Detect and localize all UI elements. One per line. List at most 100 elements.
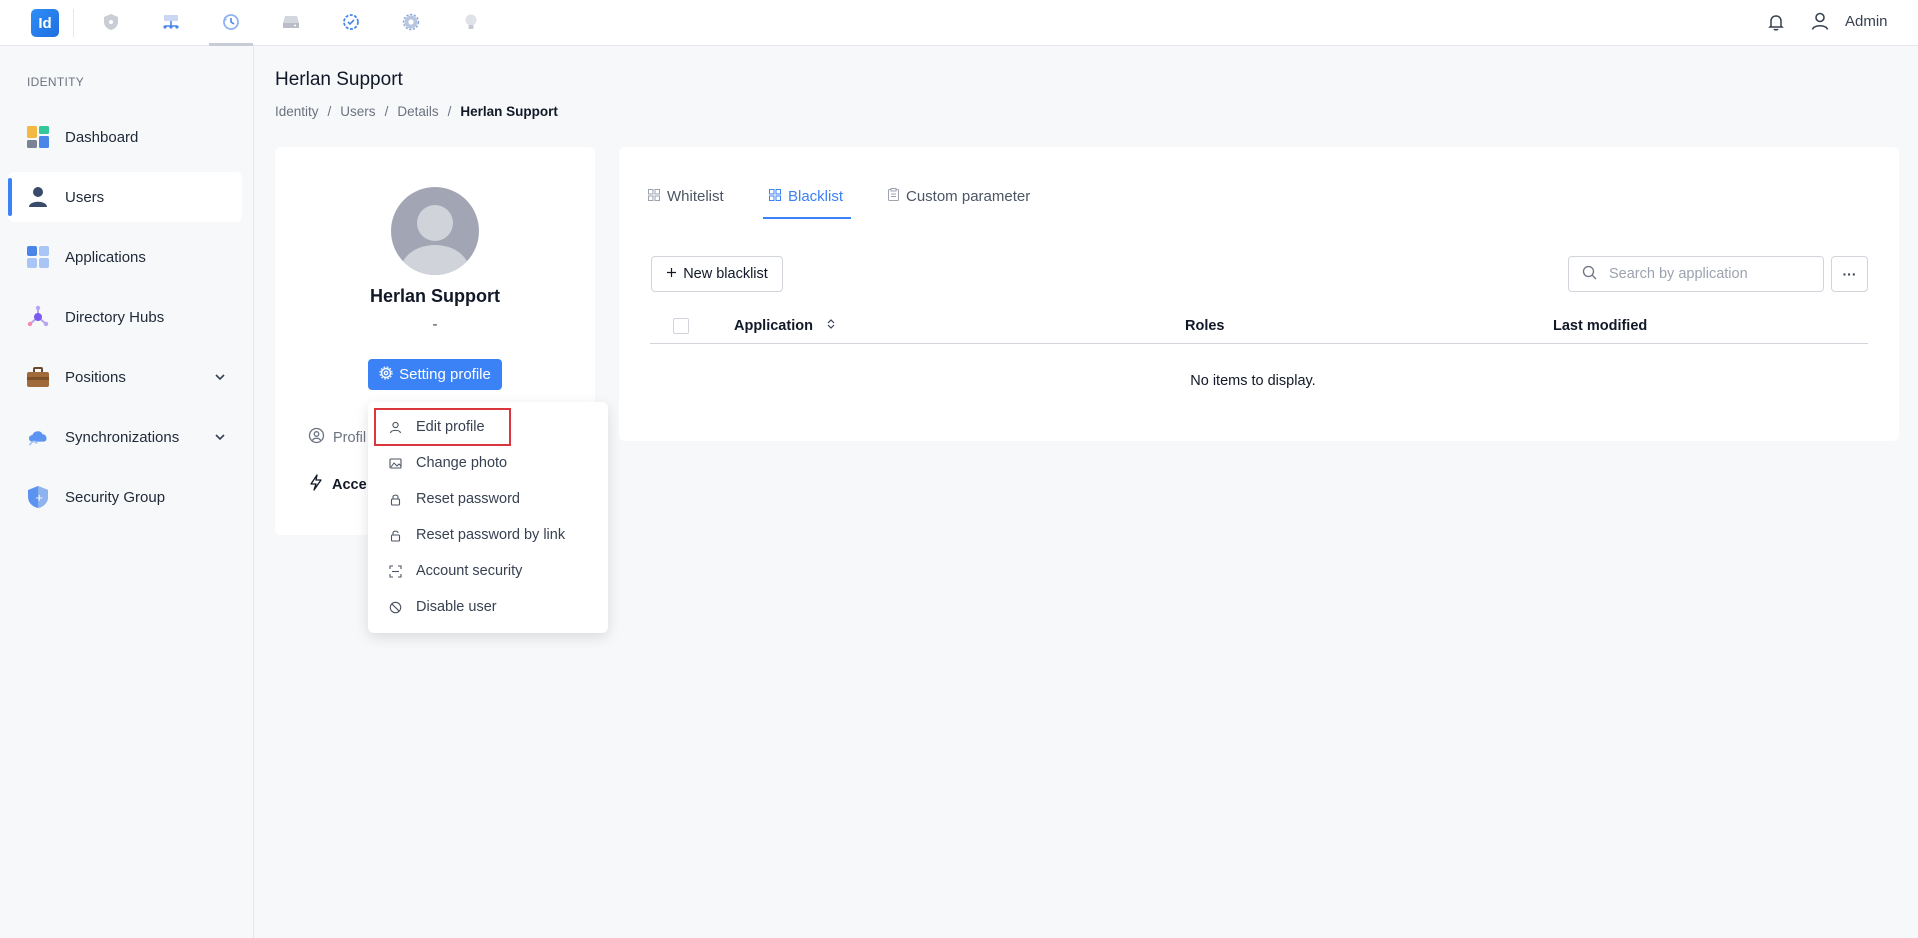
gear-icon <box>379 365 393 384</box>
active-tab-underline <box>763 217 851 219</box>
tab-custom-parameter[interactable]: Custom parameter <box>888 171 1030 221</box>
column-label: Application <box>734 318 813 334</box>
setting-profile-label: Setting profile <box>399 366 491 383</box>
clipboard-icon <box>888 187 899 205</box>
shield-icon: + <box>26 485 50 509</box>
sidebar-item-label: Users <box>65 188 105 206</box>
lock-icon <box>388 492 402 506</box>
menu-item-label: Reset password by link <box>416 527 566 543</box>
breadcrumb-link[interactable]: Identity <box>275 104 319 119</box>
page-title: Herlan Support <box>275 69 403 90</box>
blacklist-panel: Whitelist Blacklist Custom parameter New… <box>619 147 1899 441</box>
sidebar-item-dashboard[interactable]: Dashboard <box>8 112 242 162</box>
menu-item-edit-profile[interactable]: Edit profile <box>374 408 511 446</box>
tab-label: Custom parameter <box>906 187 1031 205</box>
user-icon <box>388 420 402 434</box>
sidebar-item-label: Applications <box>65 248 146 266</box>
plus-icon <box>666 266 677 282</box>
table-header: Application Roles Last modified <box>650 309 1868 344</box>
avatar <box>391 187 479 275</box>
bulb-app-icon[interactable] <box>457 8 485 36</box>
sidebar-item-label: Dashboard <box>65 128 139 146</box>
svg-text:+: + <box>35 493 43 504</box>
user-icon[interactable] <box>1809 10 1831 32</box>
bell-icon[interactable] <box>1765 11 1787 33</box>
shield-app-icon[interactable] <box>97 8 125 36</box>
profile-subtitle: - <box>432 316 438 333</box>
search-icon <box>1582 265 1597 283</box>
column-header-last-modified: Last modified <box>1553 318 1648 334</box>
settings-app-icon[interactable] <box>397 8 425 36</box>
sidebar-item-label: Security Group <box>65 488 166 506</box>
image-icon <box>388 456 402 470</box>
column-header-application[interactable]: Application <box>734 318 835 334</box>
access-tab-link[interactable]: Acce <box>308 474 367 495</box>
setting-profile-button[interactable]: Setting profile <box>368 359 502 390</box>
history-app-icon[interactable] <box>217 8 245 36</box>
profile-link-label: Profil <box>333 429 367 446</box>
briefcase-icon <box>26 365 50 389</box>
menu-item-label: Reset password <box>416 491 520 507</box>
profile-name: Herlan Support <box>369 286 500 306</box>
tab-label: Blacklist <box>788 187 844 205</box>
profile-settings-dropdown: Edit profile Change photo Reset password… <box>368 402 608 633</box>
app-logo[interactable]: Id <box>31 9 59 37</box>
sidebar-item-label: Positions <box>65 368 126 386</box>
network-app-icon[interactable] <box>157 8 185 36</box>
new-blacklist-label: New blacklist <box>683 266 768 282</box>
breadcrumb-link[interactable]: Users <box>340 104 375 119</box>
lock-link-icon <box>388 528 402 542</box>
column-header-roles: Roles <box>1185 318 1225 334</box>
menu-item-reset-password-link[interactable]: Reset password by link <box>376 518 598 552</box>
breadcrumb-current: Herlan Support <box>460 104 558 119</box>
sidebar: IDENTITY Dashboard Users Applications Di… <box>0 46 254 938</box>
chevron-down-icon[interactable] <box>212 429 228 445</box>
menu-item-label: Account security <box>416 563 523 579</box>
sidebar-item-security-group[interactable]: + Security Group <box>8 472 242 522</box>
sort-icon[interactable] <box>827 318 835 334</box>
new-blacklist-button[interactable]: New blacklist <box>651 256 783 292</box>
cloud-sync-icon <box>26 425 50 449</box>
tab-whitelist[interactable]: Whitelist <box>648 171 724 221</box>
menu-item-label: Change photo <box>416 455 508 471</box>
menu-item-reset-password[interactable]: Reset password <box>376 482 598 516</box>
ban-icon <box>388 600 402 614</box>
access-link-label: Acce <box>332 476 367 493</box>
sidebar-item-applications[interactable]: Applications <box>8 232 242 282</box>
tab-blacklist[interactable]: Blacklist <box>769 171 843 221</box>
breadcrumb: Identity / Users / Details / Herlan Supp… <box>275 104 558 119</box>
drive-app-icon[interactable] <box>277 8 305 36</box>
sidebar-item-users[interactable]: Users <box>8 172 242 222</box>
grid-icon <box>769 188 781 205</box>
tab-label: Whitelist <box>667 187 724 205</box>
breadcrumb-separator: / <box>327 104 332 119</box>
menu-item-label: Edit profile <box>416 419 485 435</box>
menu-item-label: Disable user <box>416 599 497 615</box>
menu-item-change-photo[interactable]: Change photo <box>376 446 598 480</box>
sidebar-item-directory-hubs[interactable]: Directory Hubs <box>8 292 242 342</box>
scan-icon <box>388 564 402 578</box>
sidebar-item-positions[interactable]: Positions <box>8 352 242 402</box>
menu-item-disable-user[interactable]: Disable user <box>376 590 598 624</box>
more-options-button[interactable]: ··· <box>1831 256 1868 292</box>
breadcrumb-link[interactable]: Details <box>397 104 438 119</box>
applications-icon <box>26 245 50 269</box>
lightning-icon <box>308 474 324 495</box>
search-box <box>1568 256 1824 292</box>
chevron-down-icon[interactable] <box>212 369 228 385</box>
sidebar-section-title: IDENTITY <box>27 75 85 89</box>
user-circle-icon <box>308 427 325 448</box>
sidebar-item-label: Directory Hubs <box>65 308 165 326</box>
search-input[interactable] <box>1609 266 1809 282</box>
sidebar-item-synchronizations[interactable]: Synchronizations <box>8 412 242 462</box>
user-icon <box>26 185 50 209</box>
select-all-checkbox[interactable] <box>673 318 689 334</box>
empty-state: No items to display. <box>1190 373 1316 389</box>
divider <box>73 9 74 37</box>
breadcrumb-separator: / <box>384 104 389 119</box>
check-circle-app-icon[interactable] <box>337 8 365 36</box>
admin-label[interactable]: Admin <box>1845 13 1888 30</box>
menu-item-account-security[interactable]: Account security <box>376 554 598 588</box>
profile-tab-link[interactable]: Profil <box>308 427 366 448</box>
top-bar: Id Admin <box>0 0 1918 46</box>
